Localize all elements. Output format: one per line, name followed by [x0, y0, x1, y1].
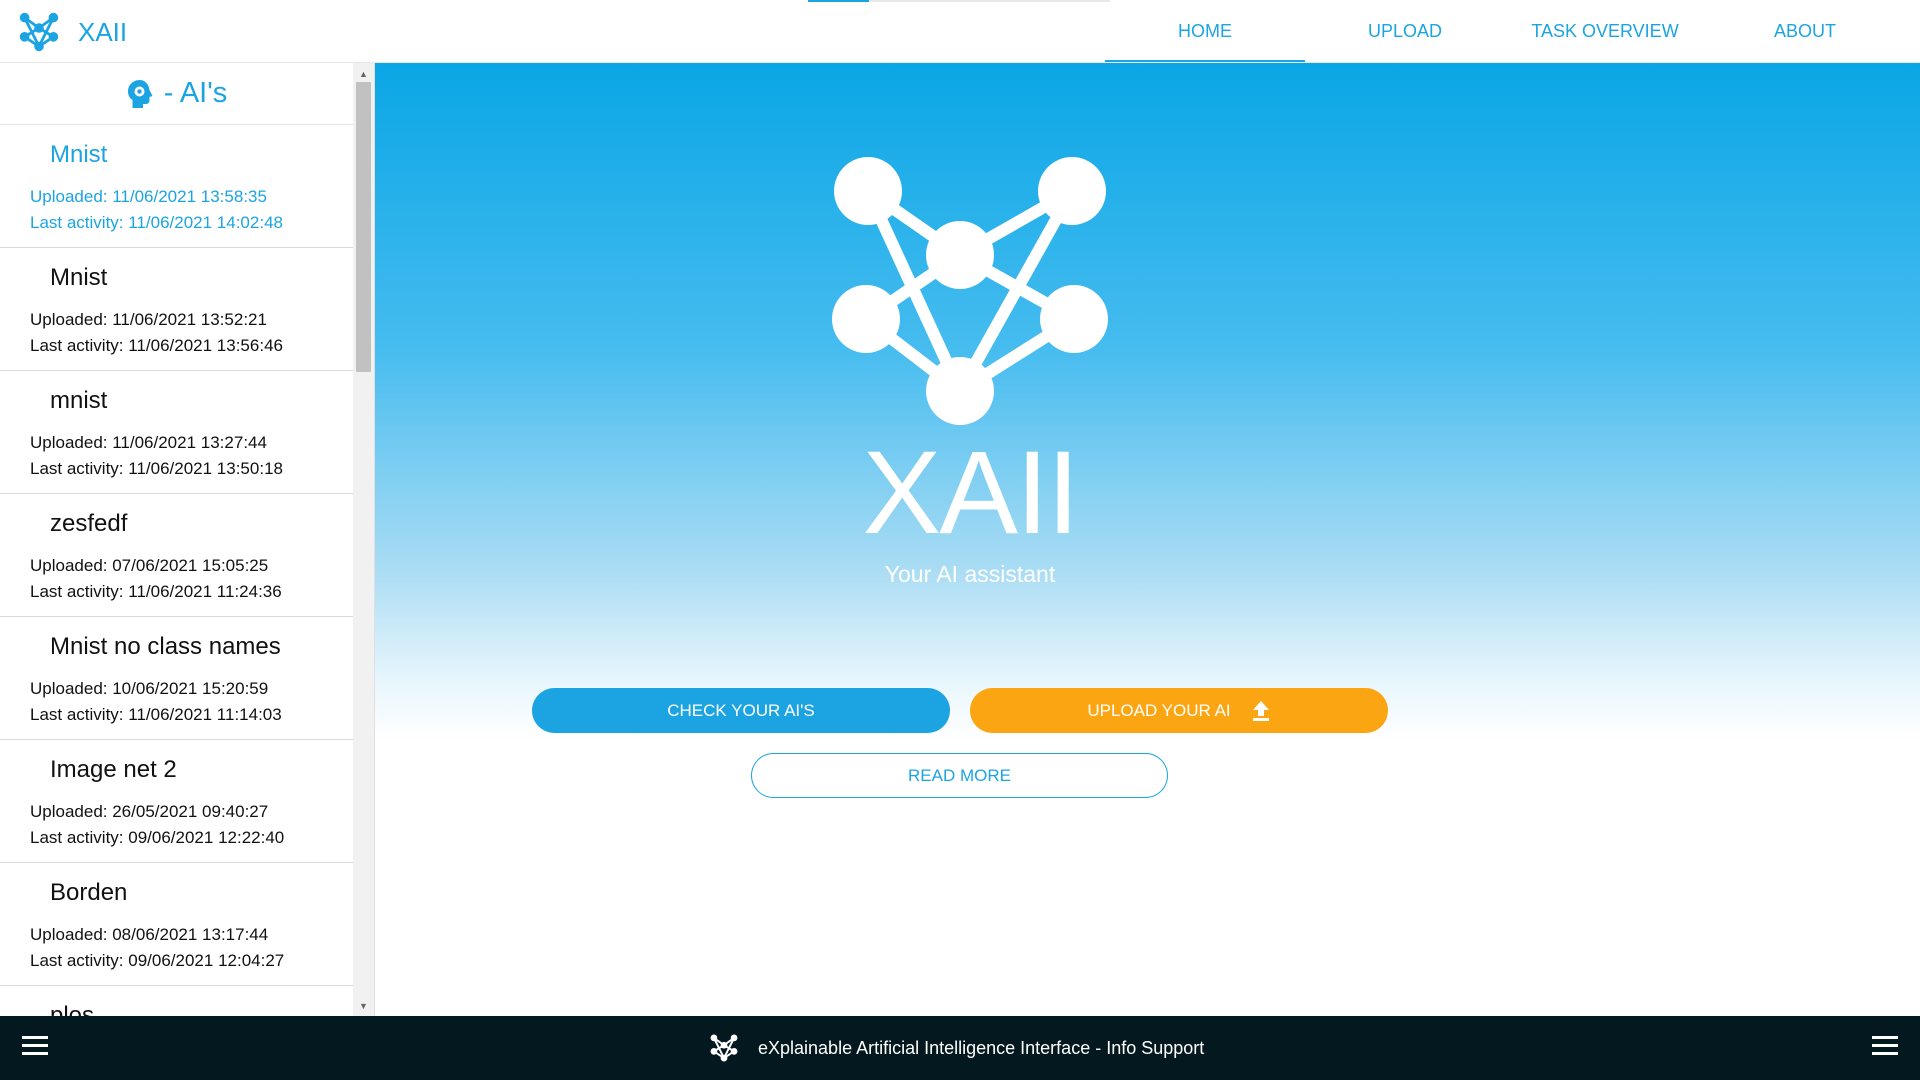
hamburger-menu-icon[interactable] [22, 1036, 48, 1058]
brand-title: XAII [78, 17, 128, 47]
network-logo-icon [19, 12, 59, 52]
ai-list-item[interactable]: Mnist Uploaded: 11/06/2021 13:52:21 Last… [0, 248, 353, 371]
network-logo-icon [710, 1034, 738, 1062]
loading-progress-fill [808, 0, 869, 2]
ai-uploaded: Uploaded: 08/06/2021 13:17:44 [30, 925, 269, 944]
read-more-label: READ MORE [908, 765, 1011, 785]
network-logo-icon [832, 157, 1108, 425]
nav-about[interactable]: ABOUT [1705, 0, 1905, 62]
upload-your-ai-button[interactable]: UPLOAD YOUR AI [970, 688, 1388, 733]
scroll-down-arrow-icon[interactable]: ▼ [353, 997, 374, 1014]
footer: eXplainable Artificial Intelligence Inte… [0, 1016, 1920, 1080]
ai-list-item[interactable]: Mnist Uploaded: 11/06/2021 13:58:35 Last… [0, 125, 353, 248]
check-your-ais-button[interactable]: CHECK YOUR AI'S [532, 688, 950, 733]
hero-title: XAII [862, 427, 1080, 559]
ai-list-item[interactable]: plos [0, 986, 353, 1016]
ai-uploaded: Uploaded: 10/06/2021 15:20:59 [30, 679, 269, 698]
top-navbar: XAII HOME UPLOAD TASK OVERVIEW ABOUT [0, 0, 1920, 63]
ai-name: Mnist [50, 264, 108, 291]
read-more-button[interactable]: READ MORE [751, 753, 1168, 798]
brand[interactable]: XAII [18, 12, 127, 52]
check-your-ais-label: CHECK YOUR AI'S [667, 700, 815, 720]
footer-text: eXplainable Artificial Intelligence Inte… [758, 1037, 1205, 1058]
ai-list-item[interactable]: Image net 2 Uploaded: 26/05/2021 09:40:2… [0, 740, 353, 863]
scroll-up-arrow-icon[interactable]: ▲ [353, 65, 374, 82]
nav-home[interactable]: HOME [1105, 0, 1305, 62]
hero-section: XAII Your AI assistant CHECK YOUR AI'S U… [375, 63, 1920, 1016]
head-gear-icon [127, 79, 153, 108]
ai-name: plos [50, 1002, 95, 1016]
ai-uploaded: Uploaded: 11/06/2021 13:52:21 [30, 310, 267, 329]
nav-upload[interactable]: UPLOAD [1305, 0, 1505, 62]
ai-list-item[interactable]: zesfedf Uploaded: 07/06/2021 15:05:25 La… [0, 494, 353, 617]
ai-list-item[interactable]: mnist Uploaded: 11/06/2021 13:27:44 Last… [0, 371, 353, 494]
ai-name: Image net 2 [50, 756, 177, 783]
ai-list: - AI's Mnist Uploaded: 11/06/2021 13:58:… [0, 63, 353, 1016]
hero-subtitle: Your AI assistant [884, 561, 1056, 587]
sidebar-scrollbar[interactable]: ▲ ▼ [353, 63, 374, 1016]
ai-uploaded: Uploaded: 11/06/2021 13:27:44 [30, 433, 267, 452]
ai-name: Mnist [50, 141, 108, 168]
ai-list-item[interactable]: Borden Uploaded: 08/06/2021 13:17:44 Las… [0, 863, 353, 986]
loading-progress [808, 0, 1110, 2]
footer-brand: eXplainable Artificial Intelligence Inte… [710, 1034, 1204, 1062]
ai-uploaded: Uploaded: 11/06/2021 13:58:35 [30, 187, 267, 206]
ai-name: Mnist no class names [50, 633, 281, 660]
ai-name: zesfedf [50, 510, 128, 537]
ai-list-item[interactable]: Mnist no class names Uploaded: 10/06/202… [0, 617, 353, 740]
ai-last-activity: Last activity: 11/06/2021 14:02:48 [30, 213, 283, 232]
ai-sidebar: - AI's Mnist Uploaded: 11/06/2021 13:58:… [0, 63, 375, 1016]
scroll-thumb[interactable] [356, 82, 371, 372]
ai-name: mnist [50, 387, 108, 414]
ai-uploaded: Uploaded: 26/05/2021 09:40:27 [30, 802, 269, 821]
main-nav: HOME UPLOAD TASK OVERVIEW ABOUT [1105, 0, 1905, 62]
nav-task-overview[interactable]: TASK OVERVIEW [1505, 0, 1705, 62]
ai-last-activity: Last activity: 11/06/2021 13:50:18 [30, 459, 283, 478]
ai-uploaded: Uploaded: 07/06/2021 15:05:25 [30, 556, 269, 575]
ai-last-activity: Last activity: 09/06/2021 12:22:40 [30, 828, 285, 847]
ai-last-activity: Last activity: 11/06/2021 11:24:36 [30, 582, 282, 601]
hamburger-menu-icon[interactable] [1872, 1036, 1898, 1058]
sidebar-title: - AI's [163, 77, 228, 109]
upload-arrow-icon [1252, 700, 1269, 721]
sidebar-header: - AI's [0, 63, 353, 125]
ai-last-activity: Last activity: 09/06/2021 12:04:27 [30, 951, 285, 970]
upload-your-ai-label: UPLOAD YOUR AI [1087, 700, 1231, 720]
ai-last-activity: Last activity: 11/06/2021 11:14:03 [30, 705, 282, 724]
ai-name: Borden [50, 879, 128, 906]
ai-last-activity: Last activity: 11/06/2021 13:56:46 [30, 336, 283, 355]
